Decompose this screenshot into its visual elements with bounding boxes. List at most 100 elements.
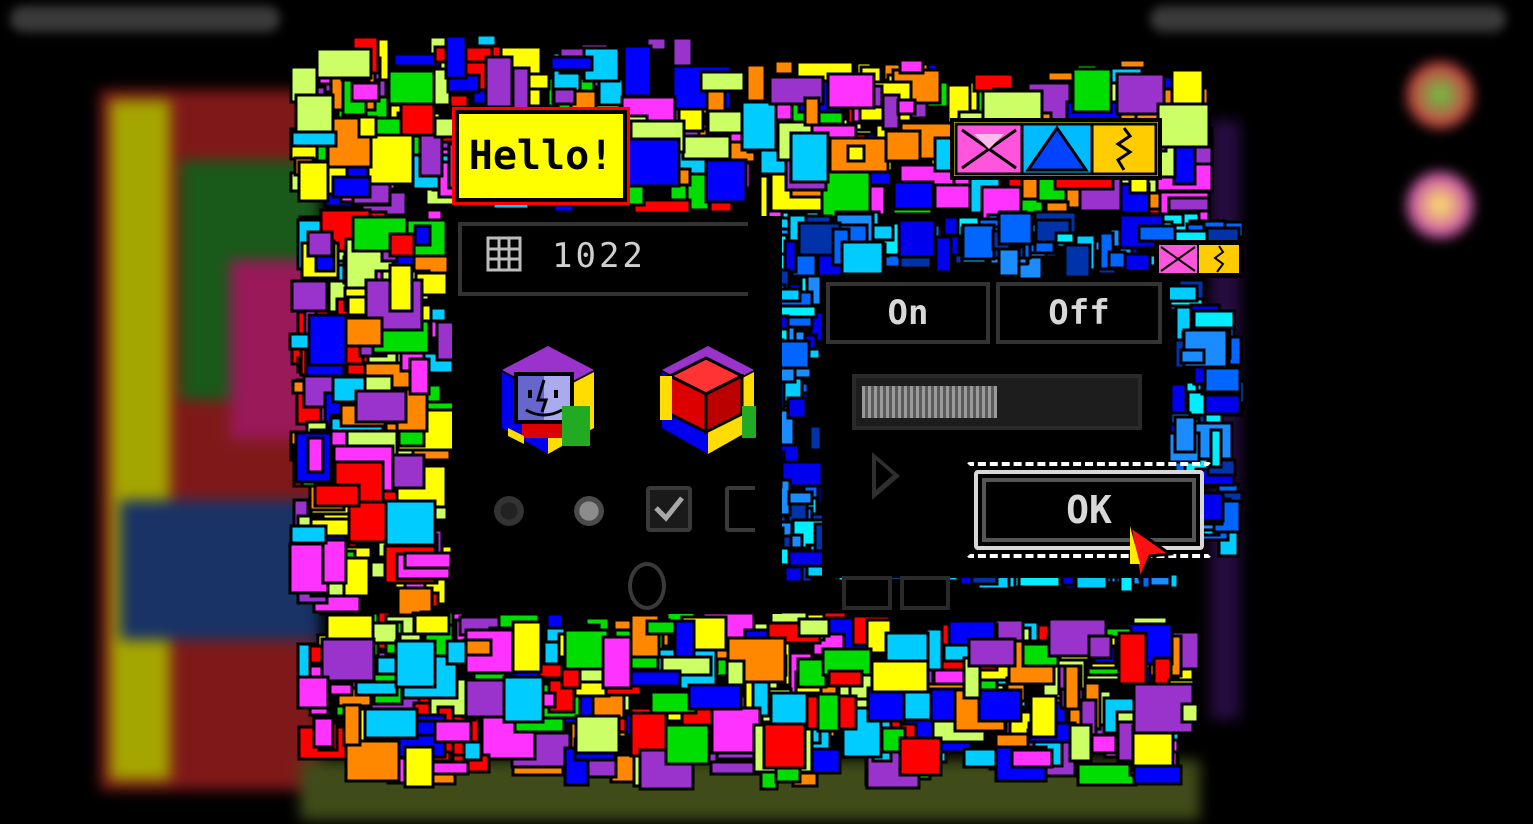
mosaic-tile xyxy=(1173,415,1197,454)
mosaic-tile xyxy=(403,551,453,570)
finder-face-cube-icon[interactable] xyxy=(492,336,604,462)
mosaic-tile xyxy=(552,87,577,106)
mosaic-tile xyxy=(1076,762,1138,787)
collapse-icon[interactable] xyxy=(1197,243,1241,275)
mosaic-tile xyxy=(1203,366,1242,394)
mosaic-tile xyxy=(1156,102,1211,149)
mosaic-tile xyxy=(342,556,371,598)
mosaic-tile xyxy=(429,306,448,323)
mosaic-tile xyxy=(1165,284,1199,303)
mosaic-tile xyxy=(961,223,996,261)
mosaic-tile xyxy=(366,133,415,186)
mosaic-tile xyxy=(897,218,937,259)
mosaic-tile xyxy=(942,215,960,237)
mosaic-tile xyxy=(1087,634,1113,660)
mosaic-tile xyxy=(933,183,973,211)
mosaic-tile xyxy=(403,745,435,789)
mosaic-tile xyxy=(808,424,823,452)
mosaic-tile xyxy=(898,58,925,75)
mosaic-tile xyxy=(787,490,814,506)
mosaic-tile xyxy=(762,722,807,770)
mosaic-tile xyxy=(344,739,401,783)
mosaic-tile xyxy=(1063,243,1092,279)
red-block-cube-icon[interactable] xyxy=(652,336,764,462)
mosaic-tile xyxy=(803,96,821,127)
progress-fill xyxy=(862,386,997,418)
mosaic-tile xyxy=(664,723,711,766)
mosaic-tile xyxy=(884,129,922,163)
mosaic-tile xyxy=(331,175,372,199)
mosaic-tile xyxy=(388,232,416,258)
counter-value: 1022 xyxy=(552,236,646,276)
mosaic-tile xyxy=(934,235,953,274)
checkmark-icon xyxy=(654,496,684,522)
mosaic-tile xyxy=(342,703,362,747)
stepper-right-button[interactable] xyxy=(900,576,950,610)
segment-on-button[interactable]: On xyxy=(826,282,990,344)
mosaic-tile xyxy=(354,680,399,697)
mosaic-tile xyxy=(445,639,468,666)
mosaic-tile xyxy=(816,692,841,733)
main-window-title-widgets xyxy=(950,118,1162,180)
mosaic-tile xyxy=(783,239,798,274)
mosaic-tile xyxy=(574,714,621,755)
mosaic-tile xyxy=(1010,748,1054,769)
mosaic-tile xyxy=(313,483,361,508)
mosaic-tile xyxy=(549,55,594,72)
mosaic-tile xyxy=(363,707,419,740)
mosaic-tile xyxy=(306,436,325,474)
mosaic-tile xyxy=(870,659,930,694)
grid-icon xyxy=(486,236,522,272)
mosaic-tile xyxy=(387,69,436,106)
mosaic-tile xyxy=(826,72,876,110)
mosaic-tile xyxy=(511,66,531,112)
close-icon[interactable] xyxy=(954,122,1024,176)
zoom-icon[interactable] xyxy=(1020,122,1094,176)
mosaic-tile xyxy=(1167,196,1211,213)
mosaic-tile xyxy=(1090,733,1118,755)
mosaic-tile xyxy=(511,620,543,674)
mosaic-tile xyxy=(306,230,334,258)
mosaic-tile xyxy=(462,740,483,762)
mosaic-tile xyxy=(502,675,545,724)
counter-field[interactable]: 1022 xyxy=(458,222,748,296)
mosaic-tile xyxy=(290,279,329,313)
checkbox-checked[interactable] xyxy=(646,486,692,532)
mosaic-tile xyxy=(392,52,442,68)
mosaic-tile xyxy=(354,389,408,424)
mosaic-tile xyxy=(461,678,509,719)
mosaic-tile xyxy=(622,44,653,98)
disclosure-triangle-inner xyxy=(876,460,893,490)
mosaic-tile xyxy=(1068,723,1093,763)
radio-button-selected[interactable] xyxy=(574,496,604,526)
mosaic-tile xyxy=(312,716,335,749)
mosaic-tile xyxy=(786,396,808,420)
stepper-left-button[interactable] xyxy=(842,576,892,610)
checkbox-unchecked[interactable] xyxy=(725,486,755,532)
mosaic-tile xyxy=(296,675,330,710)
mosaic-tile xyxy=(797,617,831,638)
mosaic-tile xyxy=(408,357,431,396)
mosaic-tile xyxy=(394,639,437,689)
mosaic-tile xyxy=(1192,309,1236,330)
mosaic-tile xyxy=(777,287,802,303)
mosaic-tile xyxy=(681,134,732,161)
mosaic-tile xyxy=(413,613,451,636)
hello-banner: Hello! xyxy=(455,110,627,202)
progress-bar xyxy=(852,374,1142,430)
mosaic-tile xyxy=(827,669,864,688)
mouse-cursor-icon xyxy=(1128,524,1175,584)
mosaic-tile xyxy=(1132,764,1183,786)
segment-off-button[interactable]: Off xyxy=(996,282,1162,344)
mosaic-tile xyxy=(289,524,328,545)
close-icon[interactable] xyxy=(1157,243,1199,275)
mosaic-tile xyxy=(384,499,437,547)
mosaic-tile xyxy=(1209,428,1223,469)
oval-control[interactable] xyxy=(628,562,666,610)
collapse-icon[interactable] xyxy=(1090,122,1158,176)
radio-button-unselected[interactable] xyxy=(494,496,524,526)
mosaic-tile xyxy=(740,100,778,152)
mosaic-tile xyxy=(1179,348,1206,365)
mosaic-tile xyxy=(1029,694,1058,739)
mosaic-tile xyxy=(1071,67,1113,114)
